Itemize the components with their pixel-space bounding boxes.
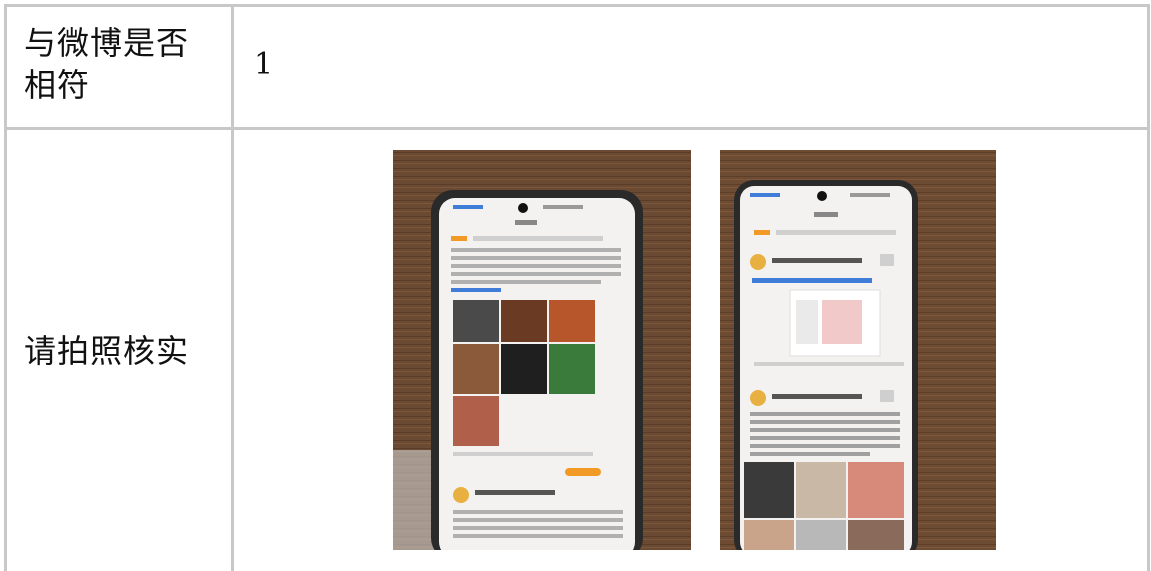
table-border-left: [4, 4, 7, 571]
verification-photo-right: [720, 150, 996, 550]
row-2-label: 请拍照核实: [24, 332, 190, 370]
table-border-middle: [231, 4, 234, 571]
phone-photo-left: [393, 150, 691, 550]
table-border-top: [4, 4, 1150, 7]
phone-photo-right: [720, 150, 996, 550]
document-table: 与微博是否相符 1 请拍照核实: [0, 0, 1151, 571]
verification-photo-left: [393, 150, 691, 550]
table-border-right: [1147, 4, 1150, 571]
row-1-label: 与微博是否相符: [24, 24, 190, 104]
row-1-value: 1: [254, 47, 275, 82]
table-row-divider: [4, 127, 1150, 130]
